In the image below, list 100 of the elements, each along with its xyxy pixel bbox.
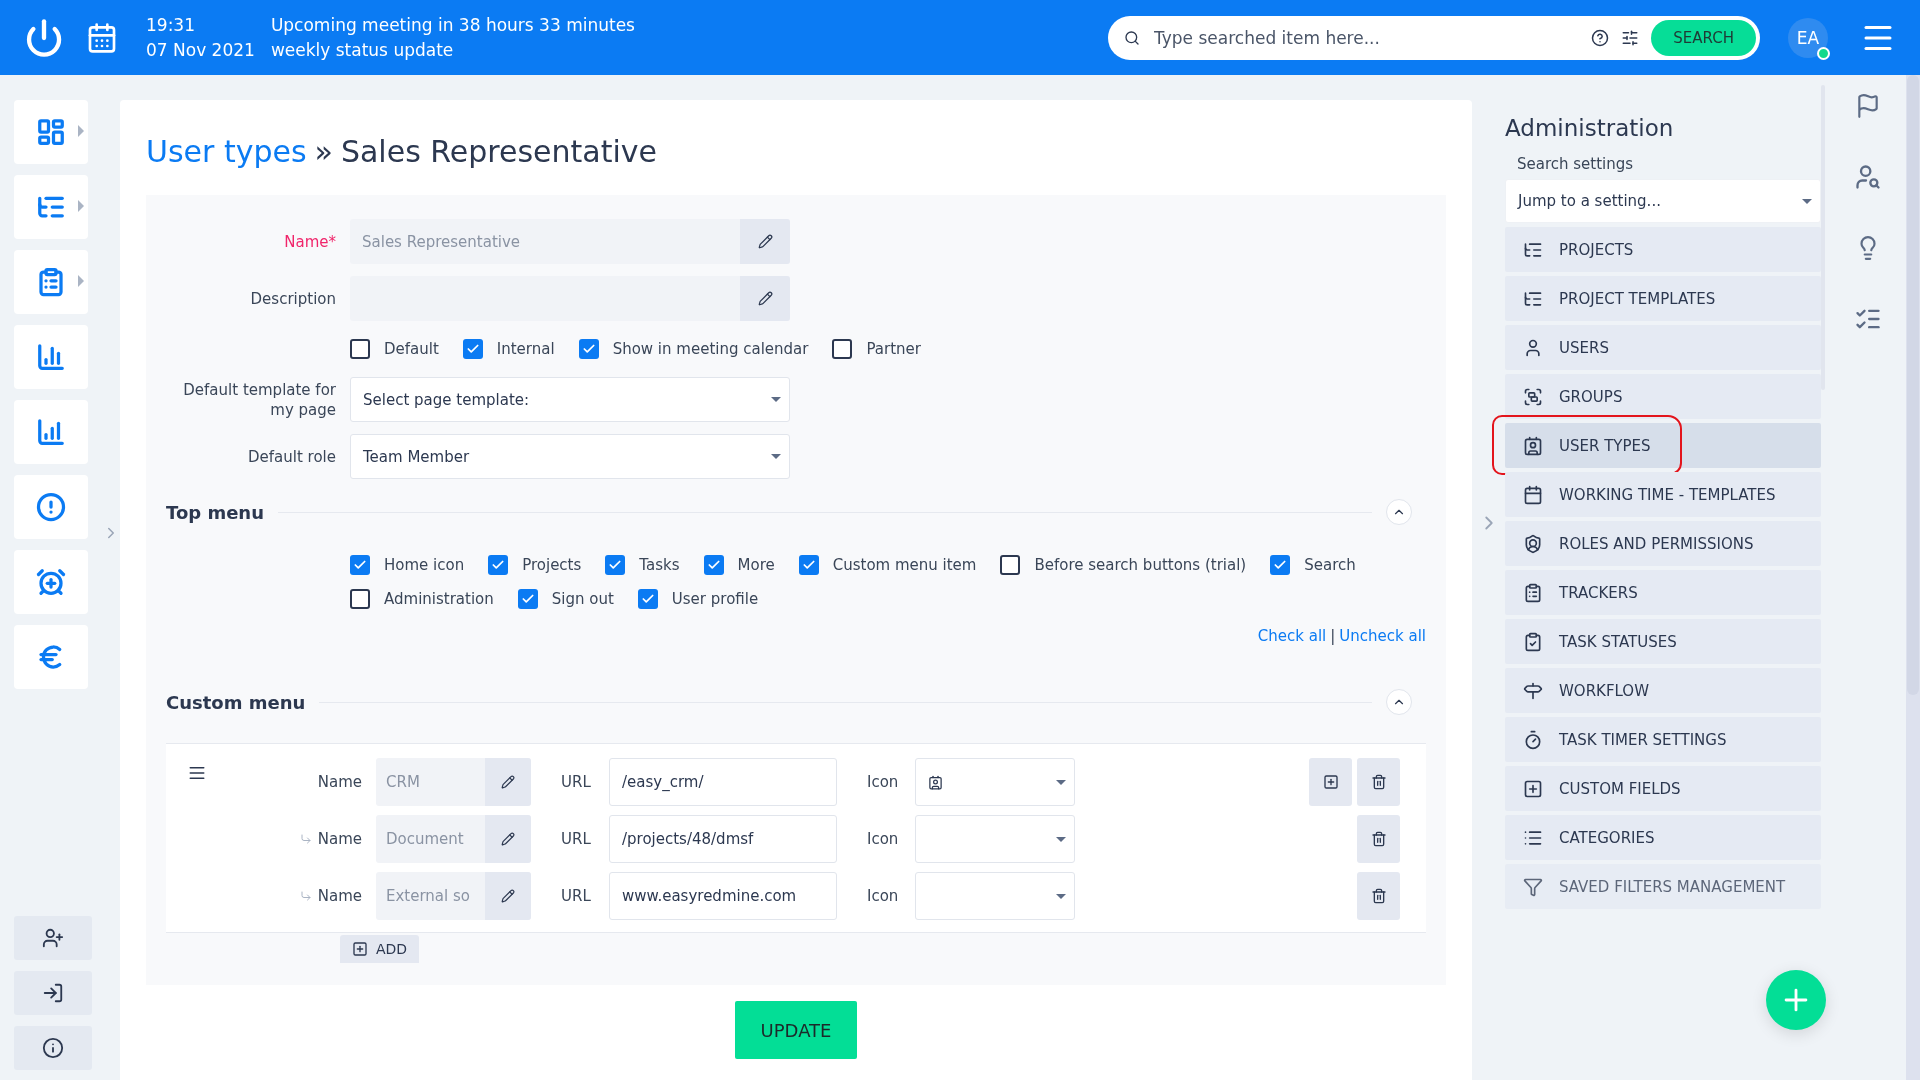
- scrollbar-thumb[interactable]: [1907, 75, 1919, 695]
- admin-menu-item[interactable]: USER TYPES: [1505, 423, 1821, 468]
- checkbox[interactable]: [637, 589, 658, 609]
- clipboard-check-icon: [1523, 631, 1543, 652]
- checkbox[interactable]: [350, 589, 370, 609]
- checkbox-option[interactable]: Internal: [462, 339, 555, 359]
- collapse-button[interactable]: [1386, 499, 1412, 525]
- select-field[interactable]: Select page template:: [350, 377, 790, 422]
- column-chart-icon: [36, 417, 66, 447]
- meeting-time: 19:31: [146, 13, 196, 37]
- calendar-icon[interactable]: [86, 21, 118, 54]
- delete-button[interactable]: [1357, 815, 1400, 863]
- edit-button[interactable]: [740, 219, 790, 264]
- info-button[interactable]: [14, 1026, 92, 1070]
- edit-button[interactable]: [485, 758, 531, 806]
- search-field[interactable]: Type searched item here... SEARCH: [1108, 15, 1760, 60]
- admin-menu-item[interactable]: WORKFLOW: [1505, 668, 1821, 713]
- edit-button[interactable]: [485, 815, 531, 863]
- check-icon: [706, 558, 721, 572]
- sidebar-item[interactable]: [14, 100, 88, 164]
- delete-button[interactable]: [1357, 872, 1400, 920]
- checkbox[interactable]: [350, 555, 370, 575]
- checkbox[interactable]: [832, 339, 853, 359]
- drag-handle-icon[interactable]: [188, 764, 206, 782]
- plus-square-icon: [1523, 778, 1543, 799]
- checkbox[interactable]: [462, 339, 483, 359]
- admin-menu-item[interactable]: WORKING TIME - TEMPLATES: [1505, 472, 1821, 517]
- admin-menu-item[interactable]: TRACKERS: [1505, 570, 1821, 615]
- sidebar-item[interactable]: [14, 625, 88, 689]
- add-item-button[interactable]: [1309, 758, 1352, 806]
- checkbox[interactable]: [1270, 555, 1291, 575]
- admin-menu-item[interactable]: GROUPS: [1505, 374, 1821, 419]
- checkbox-option[interactable]: Show in meeting calendar: [578, 339, 809, 359]
- select-field[interactable]: Team Member: [350, 434, 790, 479]
- breadcrumb-link[interactable]: User types: [146, 134, 307, 169]
- admin-menu-item[interactable]: USERS: [1505, 325, 1821, 370]
- filter-settings-icon[interactable]: [1621, 28, 1640, 47]
- admin-menu-item[interactable]: CATEGORIES: [1505, 815, 1821, 860]
- checkbox[interactable]: [605, 555, 626, 575]
- update-button[interactable]: UPDATE: [734, 1001, 858, 1059]
- checkbox-option[interactable]: Projects: [488, 555, 582, 575]
- checkbox-option[interactable]: Default: [350, 339, 439, 359]
- sidebar-item[interactable]: [14, 175, 88, 239]
- check-icon: [491, 558, 506, 572]
- checkbox[interactable]: [703, 555, 724, 575]
- delete-button[interactable]: [1357, 758, 1400, 806]
- sidebar-item[interactable]: [14, 400, 88, 464]
- sidebar-item[interactable]: [14, 325, 88, 389]
- checkbox[interactable]: [488, 555, 509, 575]
- flag-icon[interactable]: [1855, 93, 1881, 119]
- url-input-field[interactable]: /projects/48/dmsf: [609, 815, 837, 863]
- search-button[interactable]: SEARCH: [1651, 19, 1756, 56]
- pencil-icon: [757, 234, 773, 249]
- uncheck-all-link[interactable]: Uncheck all: [1339, 627, 1426, 645]
- online-status-dot: [1817, 46, 1830, 60]
- checkbox-option[interactable]: Custom menu item: [798, 555, 977, 575]
- collapse-button[interactable]: [1386, 689, 1412, 715]
- checkbox-option[interactable]: Partner: [832, 339, 921, 359]
- sign-in-button[interactable]: [14, 971, 92, 1015]
- admin-menu-item[interactable]: PROJECT TEMPLATES: [1505, 276, 1821, 321]
- jump-select[interactable]: Jump to a setting...: [1505, 179, 1821, 223]
- checkbox-option[interactable]: More: [703, 555, 775, 575]
- sidebar-item[interactable]: [14, 550, 88, 614]
- scrollbar[interactable]: [1906, 75, 1920, 1080]
- help-icon[interactable]: [1591, 28, 1610, 47]
- admin-menu-item[interactable]: TASK STATUSES: [1505, 619, 1821, 664]
- checkbox[interactable]: [1000, 555, 1021, 575]
- admin-menu-item[interactable]: PROJECTS: [1505, 227, 1821, 272]
- checkbox-option[interactable]: Before search buttons (trial): [1000, 555, 1247, 575]
- add-user-button[interactable]: [14, 916, 92, 960]
- checkbox-option[interactable]: Sign out: [517, 589, 614, 609]
- admin-menu-item[interactable]: ROLES AND PERMISSIONS: [1505, 521, 1821, 566]
- checkbox-option[interactable]: Home icon: [350, 555, 465, 575]
- url-input-field[interactable]: /easy_crm/: [609, 758, 837, 806]
- checkbox[interactable]: [578, 339, 599, 359]
- edit-button[interactable]: [740, 276, 790, 321]
- caret-icon: [1056, 893, 1066, 899]
- checkbox[interactable]: [350, 339, 370, 359]
- checkbox-option[interactable]: User profile: [637, 589, 759, 609]
- url-input-field[interactable]: www.easyredmine.com: [609, 872, 837, 920]
- checkbox-option[interactable]: Tasks: [605, 555, 680, 575]
- user-search-icon[interactable]: [1854, 163, 1882, 191]
- add-button[interactable]: ADD: [340, 935, 420, 963]
- sidebar-item[interactable]: [14, 250, 88, 314]
- input-field[interactable]: [350, 276, 790, 321]
- alert-icon: [36, 492, 66, 522]
- field-label: Icon: [867, 887, 900, 905]
- checkbox[interactable]: [798, 555, 819, 575]
- admin-menu-item[interactable]: CUSTOM FIELDS: [1505, 766, 1821, 811]
- edit-button[interactable]: [485, 872, 531, 920]
- check-all-link[interactable]: Check all: [1257, 627, 1327, 645]
- sidebar-item[interactable]: [14, 475, 88, 539]
- section-title: Top menu: [166, 501, 264, 523]
- admin-menu-item[interactable]: TASK TIMER SETTINGS: [1505, 717, 1821, 762]
- checkbox-option[interactable]: Administration: [350, 589, 494, 609]
- checkbox[interactable]: [517, 589, 538, 609]
- checkbox-option[interactable]: Search: [1270, 555, 1356, 575]
- logo-icon[interactable]: [24, 17, 64, 58]
- clipboard-icon: [36, 267, 66, 297]
- admin-menu-item[interactable]: SAVED FILTERS MANAGEMENT: [1505, 864, 1821, 909]
